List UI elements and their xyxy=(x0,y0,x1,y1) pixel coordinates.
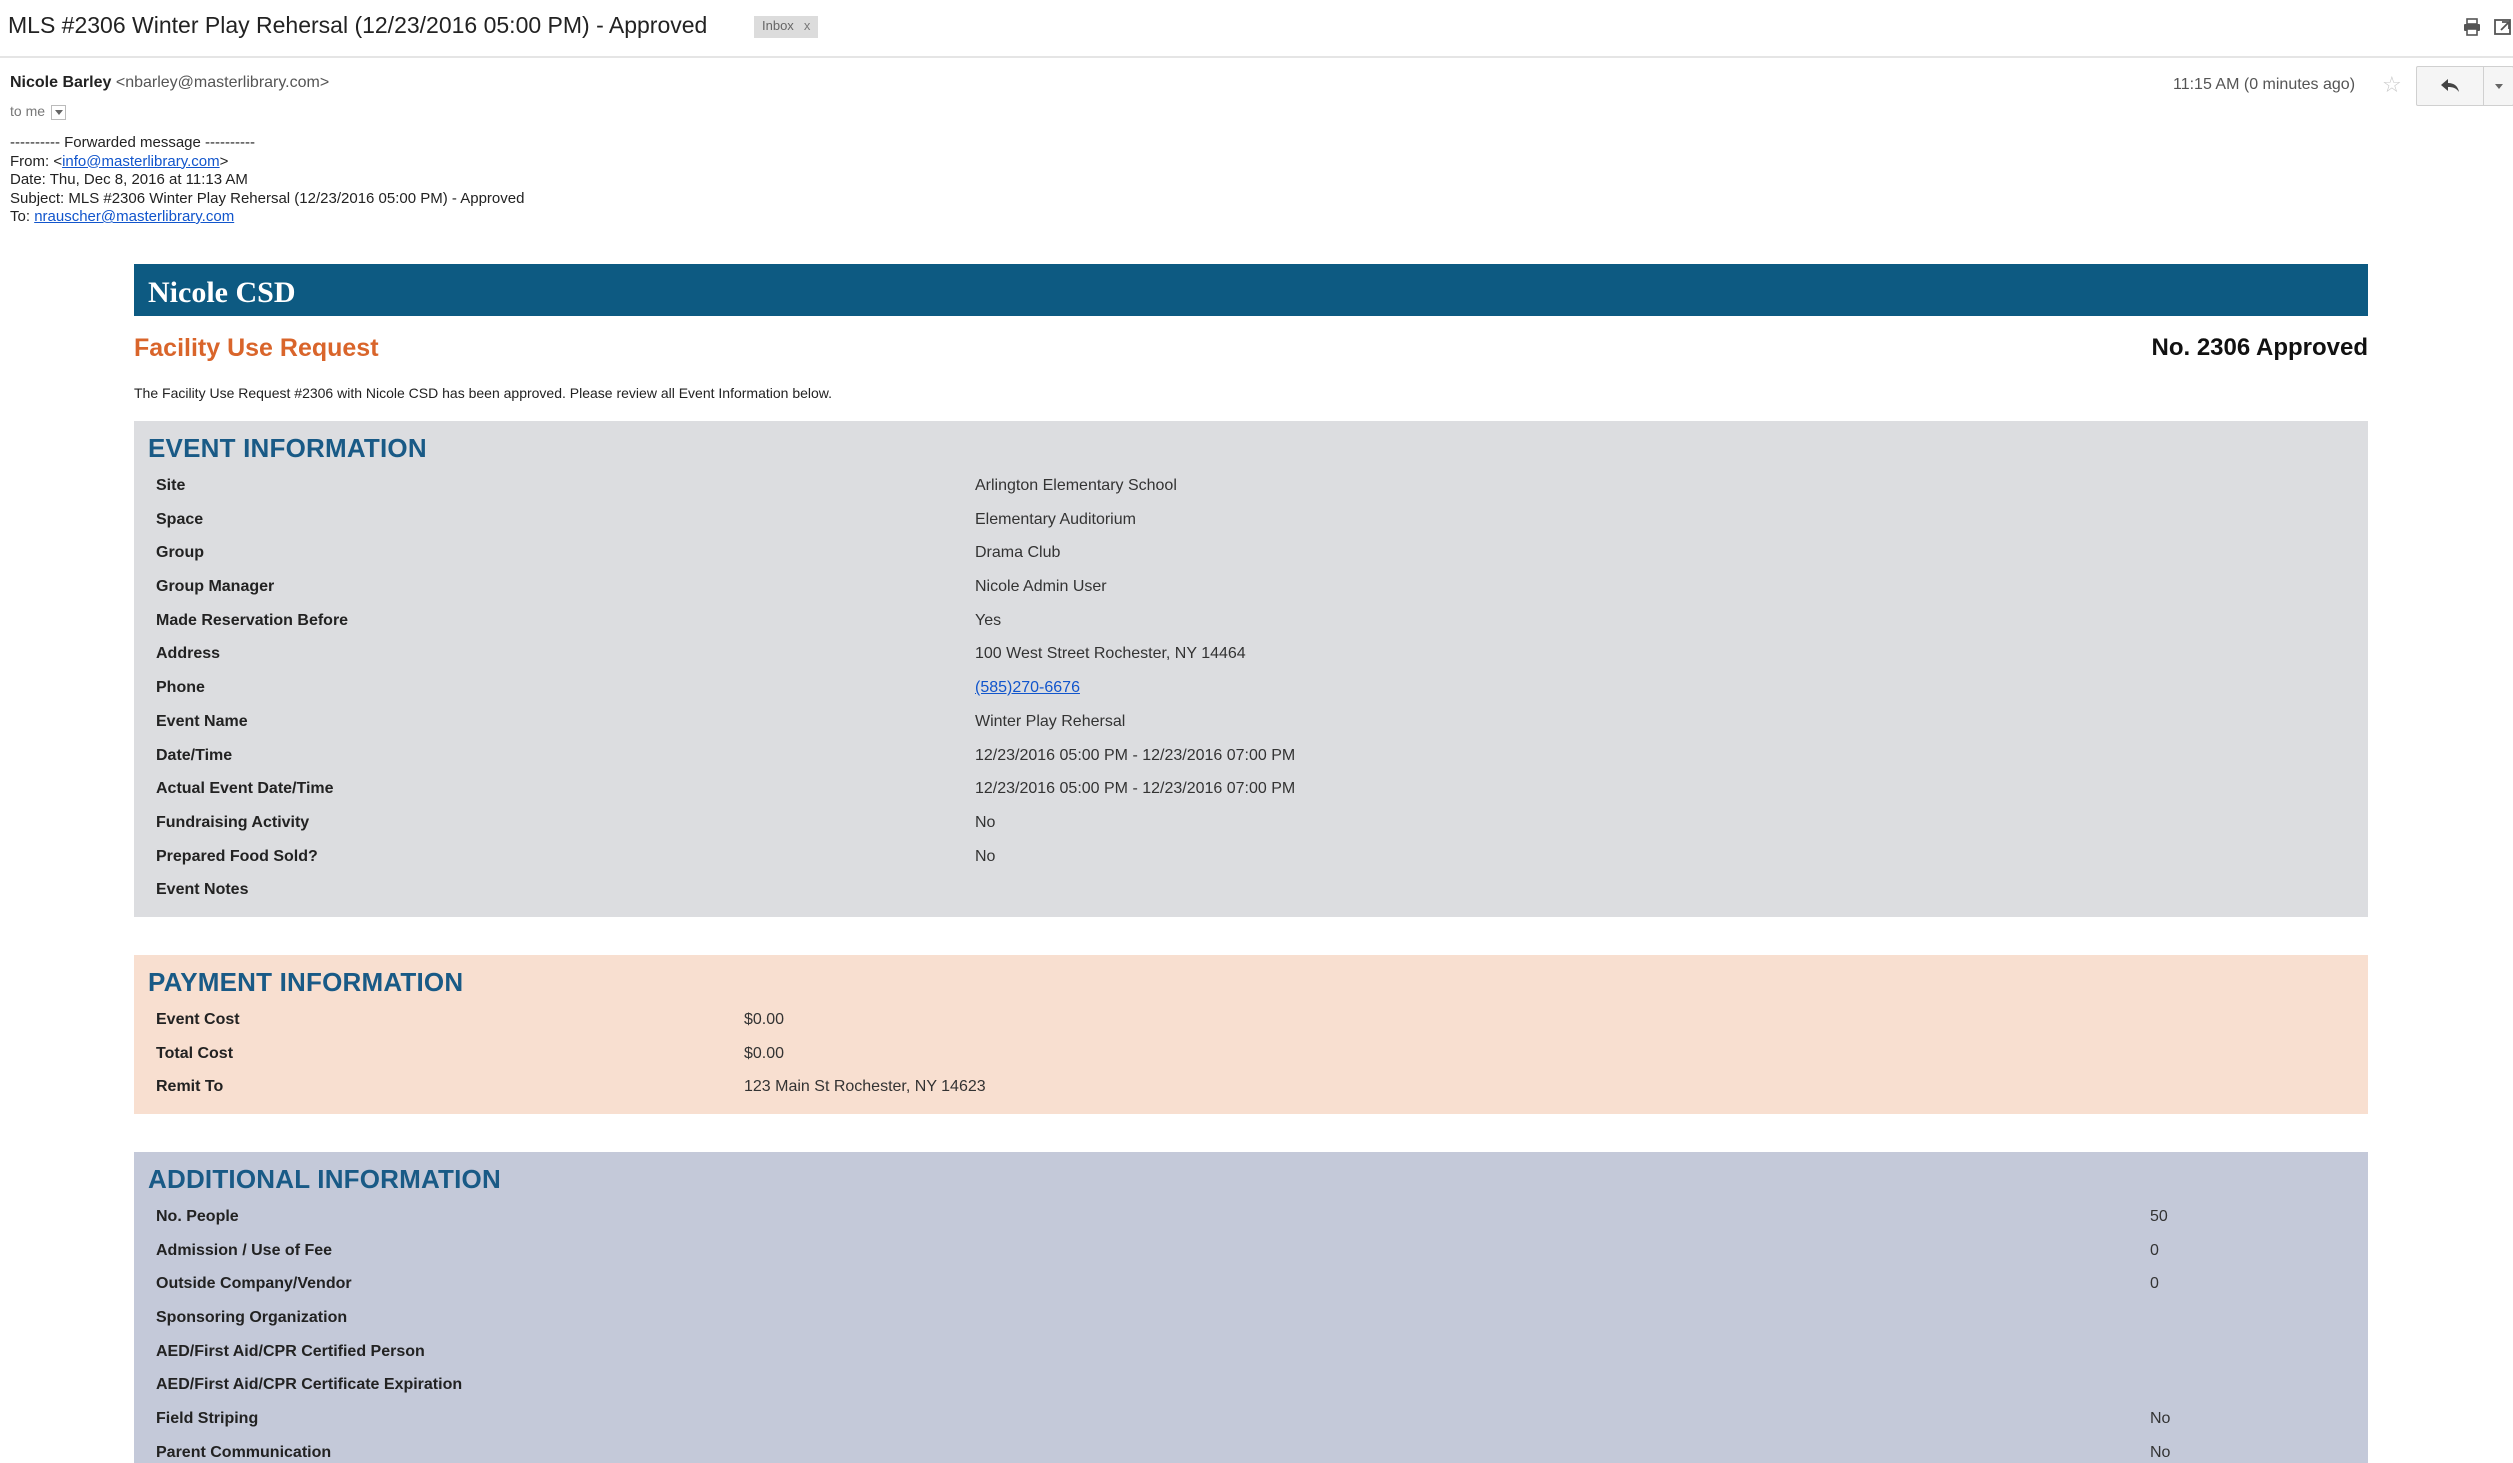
additional-row-no-people: No. People 50 xyxy=(156,1208,2168,1225)
forwarded-header: ---------- Forwarded message ---------- … xyxy=(10,134,524,227)
print-icon[interactable] xyxy=(2462,17,2482,37)
event-row-event-name: Event Name Winter Play Rehersal xyxy=(156,712,1126,730)
show-details-dropdown[interactable] xyxy=(51,104,67,120)
reply-arrow-icon xyxy=(2441,79,2459,92)
sender-name[interactable]: Nicole Barley xyxy=(10,74,111,91)
event-row-prepared-food-sold: Prepared Food Sold? No xyxy=(156,847,996,865)
to-me-label: to me xyxy=(10,103,46,119)
star-icon[interactable]: ☆ xyxy=(2382,72,2402,98)
event-row-actual-date-time: Actual Event Date/Time 12/23/2016 05:00 P… xyxy=(156,780,1296,798)
event-information-rows: Site Arlington Elementary School Space Ele… xyxy=(134,469,2368,907)
approval-intro-text: The Facility Use Request #2306 with Nico… xyxy=(134,385,833,401)
additional-information-heading: ADDITIONAL INFORMATION xyxy=(148,1164,501,1194)
to-email-link[interactable]: nrauscher@masterlibrary.com xyxy=(34,208,234,225)
additional-row-field-striping: Field Striping No xyxy=(156,1410,2171,1428)
event-row-event-notes: Event Notes xyxy=(156,881,249,899)
additional-row-aed-certified-person: AED/First Aid/CPR Certified Person xyxy=(156,1342,425,1360)
from-email-link[interactable]: info@masterlibrary.com xyxy=(62,153,220,170)
additional-information-panel: ADDITIONAL INFORMATION No. People 50 Admi… xyxy=(134,1152,2368,1463)
additional-row-sponsoring-organization: Sponsoring Organization xyxy=(156,1309,348,1327)
recipient-summary: to me xyxy=(10,103,67,120)
event-row-date-time: Date/Time 12/23/2016 05:00 PM - 12/23/201… xyxy=(156,746,1296,764)
additional-information-rows: No. People 50 Admission / Use of Fee 0 Out… xyxy=(134,1200,2368,1463)
additional-row-parent-communication: Parent Communication No xyxy=(156,1443,2171,1461)
event-row-fundraising-activity: Fundraising Activity No xyxy=(156,813,996,831)
payment-row-total-cost: Total Cost $0.00 xyxy=(156,1044,785,1062)
sender-email: <nbarley@masterlibrary.com> xyxy=(115,74,330,91)
payment-information-panel: PAYMENT INFORMATION Event Cost $0.00 Tota… xyxy=(134,955,2368,1114)
forwarded-from: From: <info@masterlibrary.com> xyxy=(10,152,229,170)
remove-label-button[interactable]: x xyxy=(804,18,811,33)
forwarded-divider-line: ---------- Forwarded message ---------- xyxy=(10,134,255,151)
forwarded-date: Date: Thu, Dec 8, 2016 at 11:13 AM xyxy=(10,171,248,188)
more-actions-dropdown[interactable] xyxy=(2483,67,2513,105)
payment-information-heading: PAYMENT INFORMATION xyxy=(148,967,464,997)
event-row-site: Site Arlington Elementary School xyxy=(156,477,1177,494)
event-row-group-manager: Group Manager Nicole Admin User xyxy=(156,578,1107,596)
event-row-phone: Phone (585)270-6676 xyxy=(156,679,1080,697)
reply-button-group xyxy=(2416,66,2513,106)
additional-row-aed-certificate-expiration: AED/First Aid/CPR Certificate Expiration xyxy=(156,1376,463,1394)
message-timestamp: 11:15 AM (0 minutes ago) xyxy=(2173,76,2356,93)
new-window-icon[interactable] xyxy=(2493,17,2513,37)
request-number-status: No. 2306 Approved xyxy=(2151,334,2368,361)
payment-row-remit-to: Remit To 123 Main St Rochester, NY 14623 xyxy=(156,1078,986,1096)
payment-row-event-cost: Event Cost $0.00 xyxy=(156,1011,785,1028)
inbox-label-text: Inbox xyxy=(762,18,794,33)
payment-information-rows: Event Cost $0.00 Total Cost $0.00 Remit To… xyxy=(134,1003,2368,1104)
event-row-space: Space Elementary Auditorium xyxy=(156,510,1136,528)
additional-row-admission-fee: Admission / Use of Fee 0 xyxy=(156,1241,2159,1259)
additional-row-outside-vendor: Outside Company/Vendor 0 xyxy=(156,1275,2159,1293)
event-row-group: Group Drama Club xyxy=(156,544,1061,562)
inbox-label-chip[interactable]: Inbox x xyxy=(754,16,819,38)
event-row-address: Address 100 West Street Rochester, NY 144… xyxy=(156,645,1246,663)
event-row-made-reservation-before: Made Reservation Before Yes xyxy=(156,611,1002,629)
organization-banner: Nicole CSD xyxy=(134,264,2368,316)
forwarded-to: To: nrauscher@masterlibrary.com xyxy=(10,208,235,225)
event-information-panel: EVENT INFORMATION Site Arlington Elementa… xyxy=(134,421,2368,917)
event-information-heading: EVENT INFORMATION xyxy=(148,433,427,463)
sender-row: Nicole Barley <nbarley@masterlibrary.com… xyxy=(10,74,329,92)
email-subject: MLS #2306 Winter Play Rehersal (12/23/20… xyxy=(8,12,708,38)
phone-link[interactable]: (585)270-6676 xyxy=(975,679,1080,696)
request-title: Facility Use Request xyxy=(134,334,379,362)
reply-button[interactable] xyxy=(2417,67,2483,105)
organization-name: Nicole CSD xyxy=(148,276,296,309)
forwarded-subject: Subject: MLS #2306 Winter Play Rehersal … xyxy=(10,189,525,207)
subject-bar: MLS #2306 Winter Play Rehersal (12/23/20… xyxy=(0,0,2513,58)
